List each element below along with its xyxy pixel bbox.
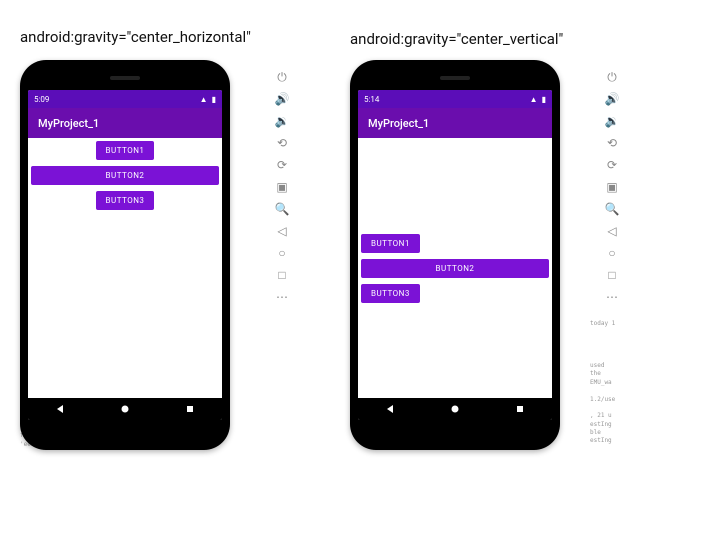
button-2[interactable]: BUTTON2 <box>31 166 219 185</box>
phone-left: 5:09 ▲ ▮ MyProject_1 BUTTON1 BUTTON2 BUT… <box>20 60 230 450</box>
content-area-left: BUTTON1 BUTTON2 BUTTON3 <box>28 138 222 398</box>
status-right: ▲ ▮ <box>200 95 216 104</box>
rotate-right-icon[interactable]: ⟳ <box>275 158 289 172</box>
camera-icon[interactable]: ▣ <box>275 180 289 194</box>
overview-icon[interactable]: □ <box>605 268 619 282</box>
content-area-right: BUTTON1 BUTTON2 BUTTON3 <box>358 138 552 398</box>
nav-home-icon[interactable] <box>450 404 460 414</box>
nav-overview-icon[interactable] <box>515 404 525 414</box>
nav-back-icon[interactable] <box>55 404 65 414</box>
camera-icon[interactable]: ▣ <box>605 180 619 194</box>
home-icon[interactable]: ○ <box>275 246 289 260</box>
more-icon[interactable]: ⋯ <box>605 290 619 304</box>
status-right: ▲ ▮ <box>530 95 546 104</box>
rotate-right-icon[interactable]: ⟳ <box>605 158 619 172</box>
button-1[interactable]: BUTTON1 <box>361 234 420 253</box>
status-bar: 5:14 ▲ ▮ <box>358 90 552 108</box>
volume-up-icon[interactable]: 🔊 <box>275 92 289 106</box>
overview-icon[interactable]: □ <box>275 268 289 282</box>
emulator-toolbar-right: ⏻ 🔊 🔉 ⟲ ⟳ ▣ 🔍 ◁ ○ □ ⋯ <box>593 68 631 304</box>
rotate-left-icon[interactable]: ⟲ <box>605 136 619 150</box>
nav-back-icon[interactable] <box>385 404 395 414</box>
phone-earpiece <box>440 76 470 80</box>
app-title: MyProject_1 <box>38 117 99 130</box>
button-3[interactable]: BUTTON3 <box>96 191 155 210</box>
caption-center-vertical: android:gravity="center_vertical" <box>350 30 563 48</box>
power-icon[interactable]: ⏻ <box>605 70 619 84</box>
volume-down-icon[interactable]: 🔉 <box>605 114 619 128</box>
android-navbar <box>28 398 222 420</box>
phone-screen-left: 5:09 ▲ ▮ MyProject_1 BUTTON1 BUTTON2 BUT… <box>28 90 222 420</box>
phone-screen-right: 5:14 ▲ ▮ MyProject_1 BUTTON1 BUTTON2 BUT… <box>358 90 552 420</box>
scene-right: today 1 used the EMU_wa 1.2/use , 21 u e… <box>350 60 560 450</box>
status-time: 5:14 <box>364 95 379 104</box>
app-bar: MyProject_1 <box>28 108 222 138</box>
rotate-left-icon[interactable]: ⟲ <box>275 136 289 150</box>
zoom-icon[interactable]: 🔍 <box>605 202 619 216</box>
battery-icon: ▮ <box>542 95 546 104</box>
background-log-right: today 1 used the EMU_wa 1.2/use , 21 u e… <box>590 320 710 446</box>
phone-right: 5:14 ▲ ▮ MyProject_1 BUTTON1 BUTTON2 BUT… <box>350 60 560 450</box>
battery-icon: ▮ <box>212 95 216 104</box>
android-navbar <box>358 398 552 420</box>
home-icon[interactable]: ○ <box>605 246 619 260</box>
volume-down-icon[interactable]: 🔉 <box>275 114 289 128</box>
more-icon[interactable]: ⋯ <box>275 290 289 304</box>
emulator-toolbar-left: ⏻ 🔊 🔉 ⟲ ⟳ ▣ 🔍 ◁ ○ □ ⋯ <box>263 68 301 304</box>
button-1[interactable]: BUTTON1 <box>96 141 155 160</box>
nav-overview-icon[interactable] <box>185 404 195 414</box>
signal-icon: ▲ <box>530 95 538 104</box>
signal-icon: ▲ <box>200 95 208 104</box>
app-title: MyProject_1 <box>368 117 429 130</box>
nav-home-icon[interactable] <box>120 404 130 414</box>
volume-up-icon[interactable]: 🔊 <box>605 92 619 106</box>
button-2[interactable]: BUTTON2 <box>361 259 549 278</box>
button-3[interactable]: BUTTON3 <box>361 284 420 303</box>
back-icon[interactable]: ◁ <box>605 224 619 238</box>
caption-center-horizontal: android:gravity="center_horizontal" <box>20 28 251 46</box>
power-icon[interactable]: ⏻ <box>275 70 289 84</box>
back-icon[interactable]: ◁ <box>275 224 289 238</box>
app-bar: MyProject_1 <box>358 108 552 138</box>
zoom-icon[interactable]: 🔍 <box>275 202 289 216</box>
phone-earpiece <box>110 76 140 80</box>
status-bar: 5:09 ▲ ▮ <box>28 90 222 108</box>
status-time: 5:09 <box>34 95 49 104</box>
scene-left: today 1 1. param param : Host ID_EMU mem… <box>20 60 230 450</box>
